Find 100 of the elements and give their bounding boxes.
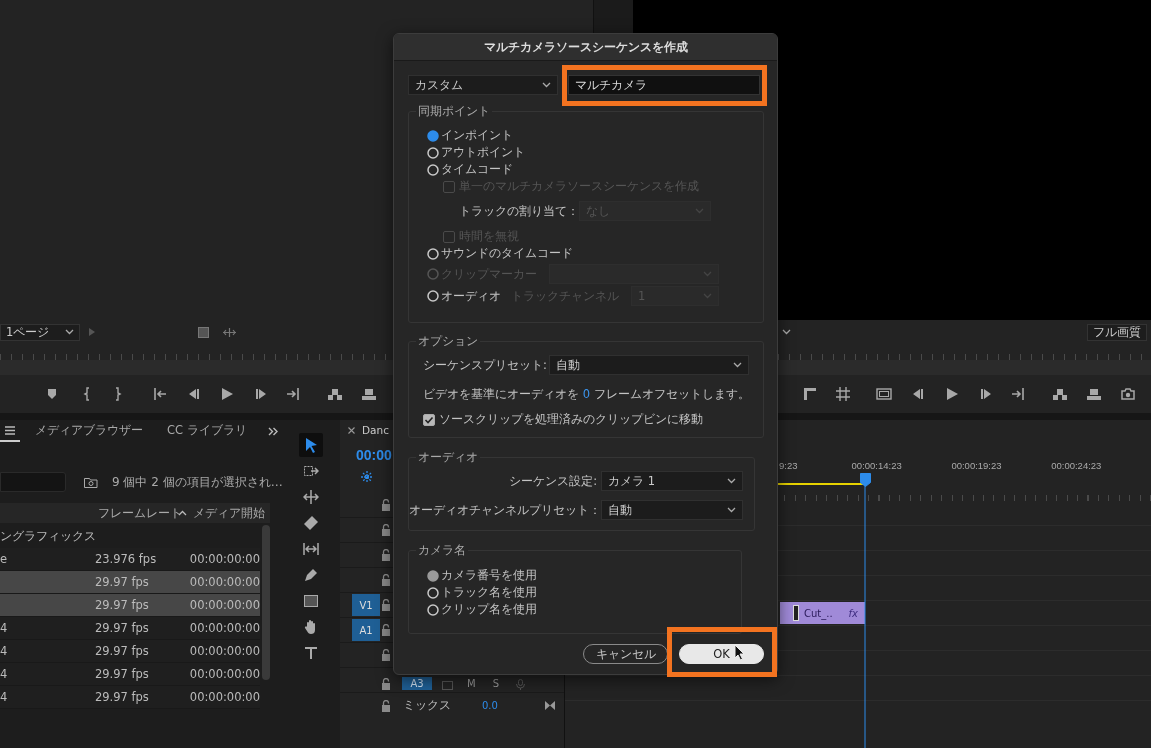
pointer-icon: [303, 437, 319, 453]
table-cell: 00:00:00:00: [189, 667, 260, 681]
name-field[interactable]: マルチカメラ: [568, 75, 760, 95]
bowtie-icon[interactable]: [545, 701, 555, 710]
selection-status: 9 個中 2 個の項目が選択され…: [112, 473, 283, 491]
lock-icon[interactable]: [381, 624, 391, 636]
track-name: ミックス: [403, 698, 451, 713]
grid-icon[interactable]: [835, 386, 851, 402]
split-icon[interactable]: [223, 327, 236, 337]
play-icon[interactable]: [219, 386, 235, 402]
track-target[interactable]: A3: [402, 677, 432, 690]
panel-tab[interactable]: メディアブラウザー: [30, 420, 162, 442]
radio-button[interactable]: [427, 129, 439, 142]
sort-caret-icon[interactable]: [178, 510, 187, 516]
radio-option[interactable]: オーディオ: [427, 288, 501, 304]
insert-icon[interactable]: [327, 386, 343, 402]
field-label: シーケンスプリセット:: [423, 357, 547, 373]
lock-icon[interactable]: [381, 649, 391, 661]
preset-dropdown[interactable]: カスタム: [408, 75, 558, 95]
radio-option[interactable]: カメラ番号を使用: [427, 568, 537, 583]
radio-option[interactable]: サウンドのタイムコード: [427, 246, 573, 261]
table-cell: 00:00:00:00: [189, 575, 260, 589]
table-cell-text: 29.97 fps: [94, 575, 150, 589]
insert-icon[interactable]: [1052, 386, 1068, 402]
chevron-icon: [703, 271, 712, 277]
solo-toggle[interactable]: S: [492, 678, 499, 690]
go-to-out-icon[interactable]: [1010, 386, 1026, 402]
effects-label: fx: [848, 607, 858, 619]
dropdown[interactable]: 自動: [601, 500, 743, 520]
column-header[interactable]: メディア開始: [193, 505, 265, 521]
film-icon: [793, 605, 799, 621]
chevron-icon[interactable]: [782, 329, 791, 335]
ok-button[interactable]: OK: [679, 644, 764, 664]
chevron-icon: [733, 362, 742, 368]
lock-icon[interactable]: [381, 599, 391, 611]
camera-icon[interactable]: [1120, 386, 1136, 402]
overwrite-icon[interactable]: [1086, 386, 1102, 402]
offset-value[interactable]: 0: [582, 387, 590, 401]
checkbox-option[interactable]: ソースクリップを処理済みのクリップビンに移動: [423, 412, 703, 427]
table-cell: 00:00:00:00: [189, 621, 260, 635]
go-to-out-icon[interactable]: [285, 386, 301, 402]
table-cell: 00:00:00:00: [189, 598, 260, 612]
page-dropdown[interactable]: 1ページ: [0, 323, 80, 341]
square-icon[interactable]: [198, 326, 209, 338]
panel-tab[interactable]: CC ライブラリ: [162, 420, 262, 442]
play-icon[interactable]: [944, 386, 960, 402]
table-cell-text: 4: [0, 621, 9, 635]
lock-icon[interactable]: [381, 678, 391, 690]
chevron-icon: [727, 478, 736, 484]
dropdown[interactable]: カメラ 1: [601, 471, 743, 491]
table-row[interactable]: 29.97 fps 00:00:00:00: [0, 571, 260, 594]
radio-option[interactable]: タイムコード: [427, 162, 513, 177]
scrollbar[interactable]: [262, 525, 270, 680]
razor-icon: [303, 515, 319, 531]
table-cell-text: 4: [0, 667, 9, 681]
l-bracket-icon[interactable]: [802, 386, 818, 402]
timecode[interactable]: 00:00: [356, 447, 392, 463]
volume-value[interactable]: 0.0: [482, 700, 498, 711]
folder-search-icon[interactable]: [84, 476, 98, 488]
video-clip[interactable]: Cut_.. fx: [780, 602, 865, 624]
mute-toggle[interactable]: M: [467, 678, 476, 690]
close-icon[interactable]: [348, 426, 355, 434]
source-patch[interactable]: A1: [352, 619, 380, 641]
rectangle-icon: [303, 593, 319, 609]
table-cell: 00:00:00:00: [189, 552, 260, 566]
frame-icon[interactable]: [876, 386, 892, 402]
go-to-in-icon[interactable]: [152, 386, 168, 402]
radio-option[interactable]: トラック名を使用: [427, 585, 537, 600]
source-patch[interactable]: V1: [352, 594, 380, 616]
lock-icon[interactable]: [381, 574, 391, 586]
column-header[interactable]: フレームレート: [98, 505, 178, 521]
table-cell-text: 29.97 fps: [94, 621, 150, 635]
table-row[interactable]: 29.97 fps 00:00:00:00: [0, 594, 260, 617]
time-label: 9:23: [779, 459, 799, 471]
lock-icon[interactable]: [381, 699, 391, 712]
overwrite-icon[interactable]: [361, 386, 377, 402]
tool-button[interactable]: [299, 433, 323, 457]
menu-icon: [5, 425, 15, 435]
radio-option[interactable]: クリップ名を使用: [427, 602, 537, 617]
cursor-icon: [734, 644, 745, 661]
chevron-icon: [727, 507, 736, 513]
dropdown[interactable]: 自動: [549, 355, 749, 375]
chevron-icon: [703, 293, 712, 299]
sequence-tab[interactable]: Danc: [362, 424, 389, 436]
snap-icon[interactable]: [360, 470, 374, 484]
lock-icon[interactable]: [381, 549, 391, 561]
table-cell: 00:00:00:00: [189, 690, 260, 704]
chevrons-icon[interactable]: [268, 426, 278, 436]
lock-icon[interactable]: [381, 524, 391, 536]
radio-button[interactable]: [427, 569, 439, 582]
radio-option[interactable]: アウトポイント: [427, 145, 525, 160]
quality-dropdown[interactable]: フル画質: [1087, 323, 1147, 341]
time-label: 00:00:19:23: [951, 459, 1003, 471]
playhead[interactable]: [860, 473, 871, 748]
table-cell: 00:00:00:00: [189, 644, 260, 658]
cancel-button[interactable]: キャンセル: [583, 644, 668, 664]
checkbox[interactable]: [423, 413, 435, 426]
group-title: カメラ名: [417, 543, 467, 558]
radio-option[interactable]: インポイント: [427, 128, 513, 143]
lock-icon[interactable]: [381, 499, 391, 511]
